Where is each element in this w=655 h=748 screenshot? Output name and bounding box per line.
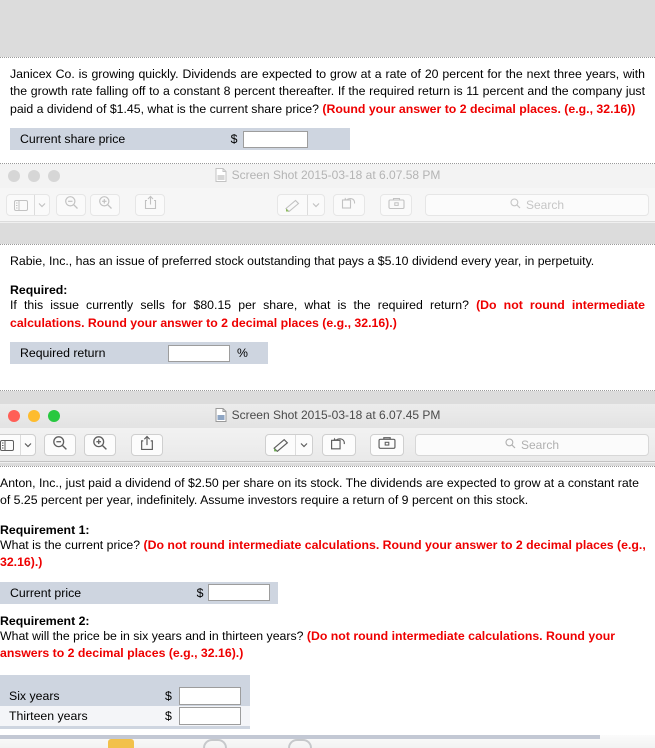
requirement-2-heading: Requirement 2: bbox=[0, 613, 90, 628]
document-page-anton: Anton, Inc., just paid a dividend of $2.… bbox=[0, 466, 655, 735]
question-text-anton: Anton, Inc., just paid a dividend of $2.… bbox=[0, 475, 649, 510]
document-icon bbox=[215, 168, 227, 182]
dock[interactable] bbox=[0, 735, 655, 748]
search-icon bbox=[505, 438, 516, 452]
share-button-upper[interactable] bbox=[135, 194, 165, 216]
rotate-left-icon bbox=[330, 435, 348, 456]
requirement-1-heading: Requirement 1: bbox=[0, 522, 90, 537]
toolbox-button-lower[interactable] bbox=[370, 434, 404, 456]
window-title-upper: Screen Shot 2015-03-18 at 6.07.58 PM bbox=[0, 168, 655, 182]
answer-row-current-share-price[interactable]: Current share price $ bbox=[10, 128, 350, 151]
zoom-in-icon bbox=[92, 435, 108, 456]
percent-symbol: % bbox=[237, 346, 248, 361]
zoom-in-icon bbox=[98, 195, 113, 215]
preview-window-upper[interactable]: Screen Shot 2015-03-18 at 6.07.58 PM Sea… bbox=[0, 164, 655, 223]
zoom-out-button-lower[interactable] bbox=[44, 434, 76, 456]
question-body: Rabie, Inc., has an issue of preferred s… bbox=[10, 254, 595, 268]
currency-symbol: $ bbox=[230, 132, 238, 147]
answer-table-future-prices: Six years $ Thirteen years $ bbox=[0, 674, 250, 729]
search-placeholder-upper: Search bbox=[525, 198, 565, 212]
question-body: What is the current price? bbox=[0, 537, 141, 552]
search-field-upper[interactable]: Search bbox=[425, 194, 649, 216]
answer-label: Required return bbox=[20, 346, 106, 361]
rotate-button-lower[interactable] bbox=[322, 434, 356, 456]
document-page-janicex: Janicex Co. is growing quickly. Dividend… bbox=[0, 57, 655, 164]
answer-label: Current price bbox=[10, 585, 82, 600]
markup-group-lower[interactable] bbox=[265, 434, 313, 456]
sidebar-toggle-icon[interactable] bbox=[7, 195, 34, 215]
zoom-out-icon bbox=[52, 435, 68, 456]
answer-input-six-years[interactable] bbox=[179, 686, 241, 705]
share-icon bbox=[144, 195, 157, 215]
row-label-thirteen-years: Thirteen years bbox=[9, 708, 88, 723]
answer-label: Current share price bbox=[20, 132, 126, 147]
currency-symbol: $ bbox=[165, 708, 172, 723]
table-header-strip bbox=[0, 675, 250, 686]
sidebar-toggle-icon[interactable] bbox=[0, 435, 20, 455]
required-heading: Required: bbox=[10, 283, 68, 298]
question-text-janicex: Janicex Co. is growing quickly. Dividend… bbox=[10, 66, 645, 118]
screen: Janicex Co. is growing quickly. Dividend… bbox=[0, 0, 655, 748]
toolbar-upper[interactable]: Search bbox=[0, 188, 655, 222]
question-rabie-detail: If this issue currently sells for $80.15… bbox=[10, 297, 645, 332]
folder-icon[interactable] bbox=[108, 739, 134, 748]
search-placeholder-lower: Search bbox=[520, 438, 560, 452]
table-row[interactable]: Thirteen years $ bbox=[0, 705, 250, 726]
requirement-1-text: What is the current price? (Do not round… bbox=[0, 537, 649, 572]
row-label-six-years: Six years bbox=[9, 688, 60, 703]
currency-symbol: $ bbox=[196, 585, 204, 600]
question-body: If this issue currently sells for $80.15… bbox=[10, 298, 469, 313]
window-title-lower: Screen Shot 2015-03-18 at 6.07.45 PM bbox=[0, 408, 655, 422]
window-title-text-lower: Screen Shot 2015-03-18 at 6.07.45 PM bbox=[231, 408, 441, 422]
titlebar-upper[interactable]: Screen Shot 2015-03-18 at 6.07.58 PM bbox=[0, 164, 655, 188]
chevron-down-icon[interactable] bbox=[295, 435, 312, 455]
markup-group-upper[interactable] bbox=[277, 194, 325, 216]
titlebar-lower[interactable]: Screen Shot 2015-03-18 at 6.07.45 PM bbox=[0, 404, 655, 428]
document-icon bbox=[215, 408, 227, 422]
sidebar-toggle-group-upper[interactable] bbox=[6, 194, 50, 216]
preview-window-lower[interactable]: Screen Shot 2015-03-18 at 6.07.45 PM Sea… bbox=[0, 404, 655, 463]
zoom-out-icon bbox=[64, 195, 79, 215]
answer-input[interactable] bbox=[243, 130, 308, 148]
rotate-button-upper[interactable] bbox=[333, 194, 365, 216]
circle-app-icon[interactable] bbox=[203, 739, 227, 748]
zoom-out-button-upper[interactable] bbox=[56, 194, 86, 216]
circle-app-icon[interactable] bbox=[288, 739, 312, 748]
zoom-in-button-upper[interactable] bbox=[90, 194, 120, 216]
toolbox-button-upper[interactable] bbox=[380, 194, 412, 216]
question-body: Anton, Inc., just paid a dividend of $2.… bbox=[0, 476, 639, 508]
chevron-down-icon[interactable] bbox=[307, 195, 324, 215]
question-body: What will the price be in six years and … bbox=[0, 628, 304, 643]
answer-input[interactable] bbox=[168, 344, 230, 362]
toolbar-lower[interactable]: Search bbox=[0, 428, 655, 462]
zoom-in-button-lower[interactable] bbox=[84, 434, 116, 456]
markup-toolbox-icon bbox=[378, 435, 396, 455]
search-field-lower[interactable]: Search bbox=[415, 434, 649, 456]
requirement-2-text: What will the price be in six years and … bbox=[0, 628, 649, 663]
answer-row-current-price[interactable]: Current price $ bbox=[0, 581, 278, 604]
answer-input[interactable] bbox=[208, 584, 270, 602]
answer-input-thirteen-years[interactable] bbox=[179, 706, 241, 725]
chevron-down-icon[interactable] bbox=[34, 195, 49, 215]
sidebar-toggle-group-lower[interactable] bbox=[0, 434, 36, 456]
window-title-text-upper: Screen Shot 2015-03-18 at 6.07.58 PM bbox=[231, 168, 441, 182]
markup-pen-icon[interactable] bbox=[266, 435, 295, 455]
rotate-left-icon bbox=[341, 195, 358, 215]
rounding-instruction: (Round your answer to 2 decimal places. … bbox=[322, 101, 636, 116]
table-row[interactable]: Six years $ bbox=[0, 686, 250, 706]
markup-pen-icon[interactable] bbox=[278, 195, 307, 215]
share-icon bbox=[140, 435, 154, 456]
question-text-rabie: Rabie, Inc., has an issue of preferred s… bbox=[10, 253, 645, 270]
share-button-lower[interactable] bbox=[131, 434, 163, 456]
document-page-rabie: Rabie, Inc., has an issue of preferred s… bbox=[0, 244, 655, 391]
answer-row-required-return[interactable]: Required return % bbox=[10, 342, 268, 365]
chevron-down-icon[interactable] bbox=[20, 435, 35, 455]
search-icon bbox=[510, 198, 521, 212]
currency-symbol: $ bbox=[165, 688, 172, 703]
markup-toolbox-icon bbox=[387, 196, 405, 215]
